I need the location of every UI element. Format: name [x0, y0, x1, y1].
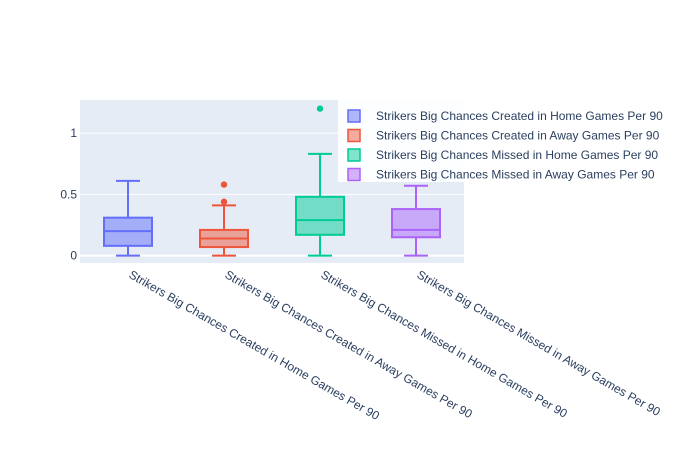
legend-swatch: [347, 128, 361, 143]
chart-canvas: 00.51 Strikers Big Chances Created in Ho…: [60, 100, 700, 423]
legend[interactable]: Strikers Big Chances Created in Home Gam…: [338, 100, 700, 182]
y-tick-label: 0: [70, 249, 77, 263]
outlier-point[interactable]: [220, 198, 228, 205]
legend-item[interactable]: Strikers Big Chances Missed in Away Game…: [347, 167, 655, 182]
legend-label: Strikers Big Chances Created in Away Gam…: [376, 129, 660, 143]
y-tick-label: 0.5: [60, 187, 77, 201]
iqr-box: [391, 208, 441, 239]
legend-label: Strikers Big Chances Missed in Home Game…: [376, 148, 658, 162]
y-tick-label: 1: [70, 126, 77, 140]
legend-item[interactable]: Strikers Big Chances Created in Away Gam…: [347, 128, 660, 143]
legend-item[interactable]: Strikers Big Chances Missed in Home Game…: [347, 148, 658, 162]
legend-label: Strikers Big Chances Missed in Away Game…: [376, 168, 655, 182]
legend-swatch: [347, 109, 361, 123]
legend-item[interactable]: Strikers Big Chances Created in Home Gam…: [347, 109, 663, 123]
outlier-point[interactable]: [316, 105, 324, 112]
y-axis-ticks: 00.51: [60, 126, 77, 263]
legend-swatch: [347, 167, 361, 182]
outlier-point[interactable]: [220, 181, 228, 188]
legend-swatch: [347, 148, 361, 162]
iqr-box: [295, 195, 345, 236]
x-axis-ticks: Strikers Big Chances Created in Home Gam…: [127, 267, 664, 423]
box-plot-chart: 0 0.5 1 Strikers Big Chances Created in Ho…: [0, 0, 700, 450]
legend-label: Strikers Big Chances Created in Home Gam…: [376, 109, 663, 123]
